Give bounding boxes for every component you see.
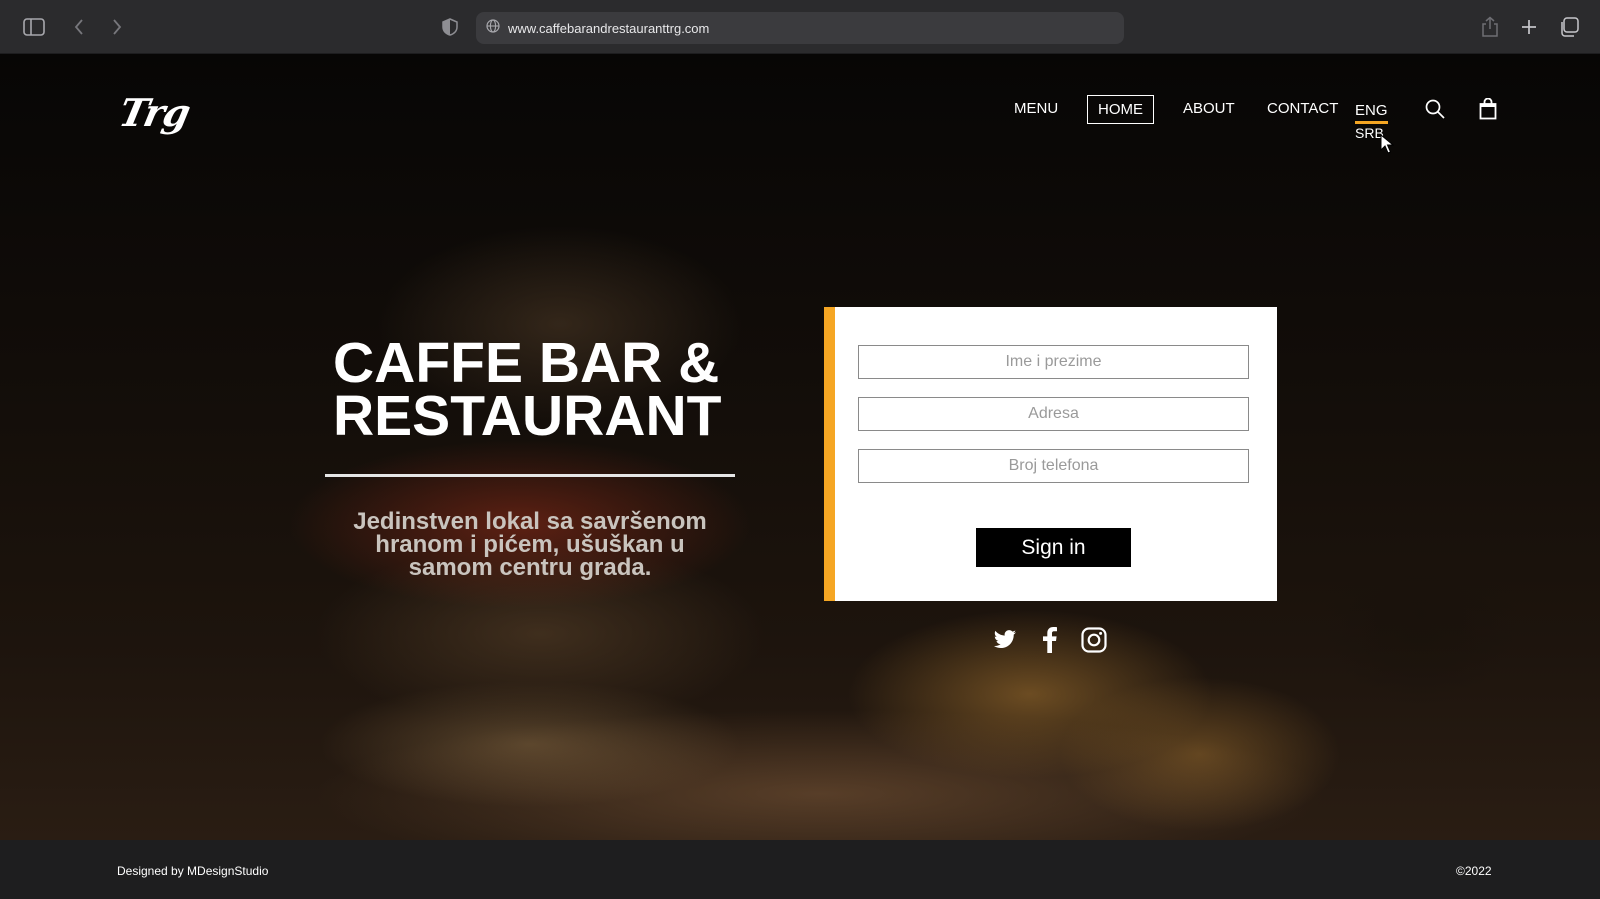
nav-about[interactable]: ABOUT (1183, 100, 1235, 117)
hero-divider (325, 474, 735, 477)
address-field[interactable] (858, 397, 1249, 431)
forward-icon[interactable] (104, 14, 130, 40)
signin-form: Sign in (824, 307, 1277, 601)
nav-menu[interactable]: MENU (1014, 100, 1058, 117)
footer-copyright: ©2022 (1456, 864, 1492, 878)
instagram-icon[interactable] (1080, 626, 1108, 654)
hero-section: Trg MENU HOME ABOUT CONTACT ENG SRB CAFF… (0, 54, 1600, 840)
address-bar[interactable]: www.caffebarandrestauranttrg.com (476, 12, 1124, 44)
shopping-bag-icon[interactable] (1476, 97, 1500, 121)
nav-contact[interactable]: CONTACT (1267, 100, 1338, 117)
mouse-cursor-icon (1380, 133, 1395, 154)
footer-credit: Designed by MDesignStudio (117, 864, 269, 878)
new-tab-icon[interactable] (1516, 14, 1542, 40)
hero-title: CAFFE BAR & RESTAURANT (333, 331, 722, 448)
tabs-overview-icon[interactable] (1556, 14, 1582, 40)
shield-icon[interactable] (437, 14, 463, 40)
phone-field[interactable] (858, 449, 1249, 483)
hero-subtitle: Jedinstven lokal sa savršenom hranom i p… (353, 508, 707, 581)
form-accent-bar (824, 307, 835, 601)
back-icon[interactable] (66, 14, 92, 40)
search-icon[interactable] (1423, 97, 1447, 121)
nav-home[interactable]: HOME (1087, 95, 1154, 124)
twitter-icon[interactable] (991, 626, 1019, 654)
url-text: www.caffebarandrestauranttrg.com (508, 20, 710, 36)
name-field[interactable] (858, 345, 1249, 379)
site-footer: Designed by MDesignStudio ©2022 (0, 840, 1600, 899)
site-logo[interactable]: Trg (115, 90, 194, 135)
browser-toolbar: www.caffebarandrestauranttrg.com (0, 0, 1600, 54)
sidebar-toggle-icon[interactable] (21, 14, 47, 40)
facebook-icon[interactable] (1036, 626, 1064, 654)
sign-in-button[interactable]: Sign in (976, 528, 1131, 567)
share-icon[interactable] (1477, 14, 1503, 40)
globe-icon (486, 18, 500, 38)
language-eng[interactable]: ENG (1355, 102, 1388, 124)
